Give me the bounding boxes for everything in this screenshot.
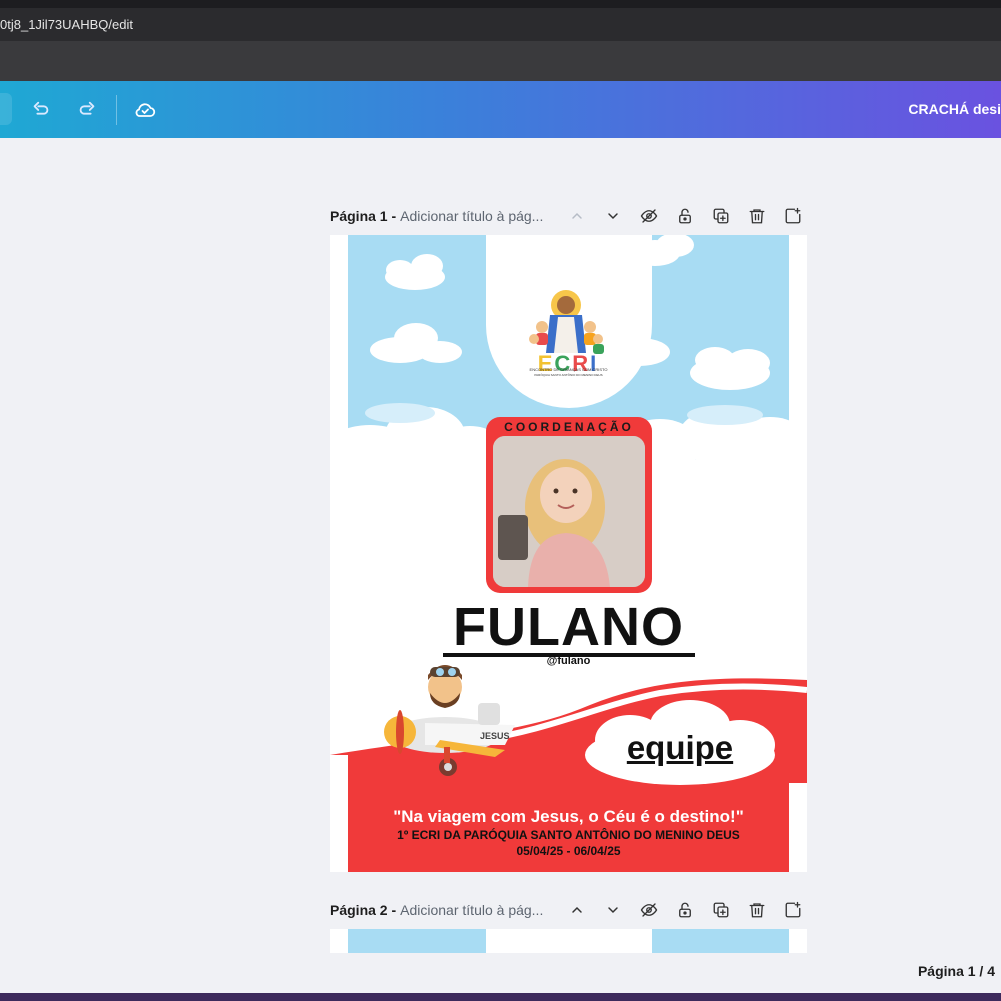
url-text: 0tj8_1Jil73UAHBQ/edit [0, 17, 133, 32]
page-number-label: Página 2 - [330, 902, 397, 918]
chevron-down-icon[interactable] [603, 206, 623, 226]
plane-label: JESUS [480, 731, 510, 741]
role-label: COORDENAÇÃO [504, 420, 634, 434]
duplicate-icon[interactable] [711, 900, 731, 920]
page-indicator[interactable]: Página 1 / 4 [918, 963, 995, 979]
event-name: 1º ECRI DA PARÓQUIA SANTO ANTÔNIO DO MEN… [397, 828, 740, 842]
badge-name: FULANO [453, 597, 684, 657]
trash-icon[interactable] [747, 900, 767, 920]
menu-edge[interactable] [0, 93, 12, 125]
add-page-icon[interactable] [783, 900, 803, 920]
lock-icon[interactable] [675, 900, 695, 920]
hide-icon[interactable] [639, 206, 659, 226]
badge-artwork: ECRI JESUS [330, 235, 807, 872]
logo-subtitle-2: PARÓQUIA SANTO ANTÔNIO DO MENINO DEUS [534, 373, 603, 377]
chevron-down-icon[interactable] [603, 900, 623, 920]
taskbar-strip [0, 993, 1001, 1001]
browser-tab-strip [0, 0, 1001, 8]
page-title-input[interactable]: Adicionar título à pág... [400, 208, 543, 224]
page-title-input[interactable]: Adicionar título à pág... [400, 902, 543, 918]
page-2-preview [348, 929, 789, 953]
page-1-header: Página 1 - Adicionar título à pág... [330, 204, 543, 228]
duplicate-icon[interactable] [711, 206, 731, 226]
trash-icon[interactable] [747, 206, 767, 226]
event-dates: 05/04/25 - 06/04/25 [516, 844, 621, 858]
chevron-up-icon[interactable] [567, 900, 587, 920]
chevron-up-icon[interactable] [567, 206, 587, 226]
lock-icon[interactable] [675, 206, 695, 226]
page-1-canvas[interactable]: ECRI JESUS COORDENAÇÃO ENCONTRO DE CRIAN… [330, 235, 807, 872]
document-title[interactable]: CRACHÁ desi [908, 81, 1001, 138]
cloud-saved-icon[interactable] [130, 95, 160, 125]
page-2-canvas[interactable] [330, 929, 807, 953]
slogan: "Na viagem com Jesus, o Céu é o destino!… [393, 807, 744, 826]
toolbar-divider [116, 95, 117, 125]
badge-handle: @fulano [546, 655, 591, 667]
logo-subtitle: ENCONTRO DE CRIANÇAS COM CRISTO [529, 367, 608, 372]
add-page-icon[interactable] [783, 206, 803, 226]
hide-icon[interactable] [639, 900, 659, 920]
editor-toolbar: CRACHÁ desi [0, 81, 1001, 138]
address-bar[interactable]: 0tj8_1Jil73UAHBQ/edit [0, 8, 1001, 41]
undo-icon[interactable] [26, 95, 56, 125]
page-2-header: Página 2 - Adicionar título à pág... [330, 898, 543, 922]
page-number-label: Página 1 - [330, 208, 397, 224]
bookmarks-bar [0, 41, 1001, 81]
redo-icon[interactable] [72, 95, 102, 125]
team-label: equipe [626, 729, 734, 766]
